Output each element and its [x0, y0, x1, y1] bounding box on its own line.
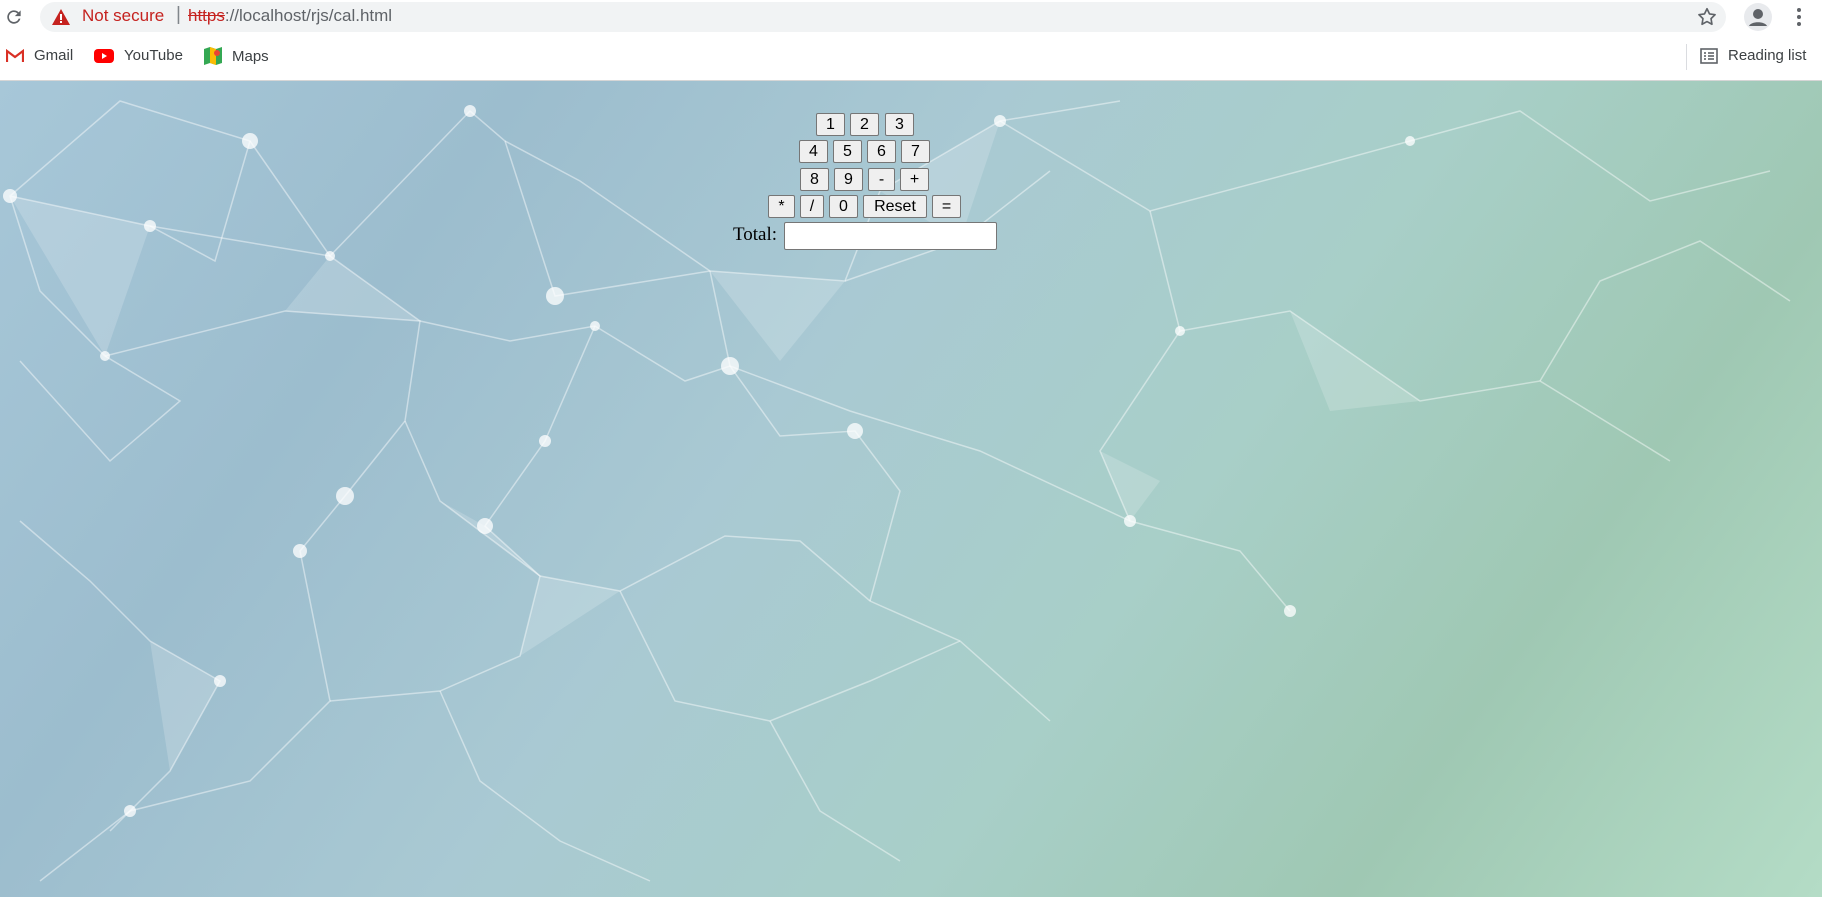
- equals-button[interactable]: =: [932, 195, 961, 218]
- reading-list-icon: [1700, 47, 1718, 64]
- total-label: Total:: [733, 224, 778, 245]
- digit-8-button[interactable]: 8: [800, 168, 829, 191]
- digit-6-button[interactable]: 6: [867, 140, 896, 163]
- gmail-icon: [6, 48, 24, 62]
- bookmark-label: Gmail: [34, 47, 74, 64]
- star-icon[interactable]: [1696, 6, 1718, 28]
- maps-icon: [204, 47, 222, 65]
- security-status[interactable]: Not secure: [82, 6, 164, 26]
- page-content: 1 2 3 4 5 6 7 8 9 - + * / 0 Reset = Tota…: [0, 81, 1822, 897]
- reload-icon[interactable]: [4, 7, 24, 27]
- digit-1-button[interactable]: 1: [816, 113, 845, 136]
- plus-button[interactable]: +: [900, 168, 929, 191]
- bookmark-gmail[interactable]: Gmail: [6, 47, 73, 64]
- youtube-icon: [94, 48, 114, 63]
- bookmarks-bar: Gmail YouTube Maps Reading list: [0, 34, 1822, 81]
- profile-icon[interactable]: [1744, 3, 1772, 31]
- digit-4-button[interactable]: 4: [799, 140, 828, 163]
- minus-button[interactable]: -: [868, 168, 895, 191]
- url-text[interactable]: https://localhost/rjs/cal.html: [188, 6, 392, 26]
- address-separator: |: [176, 4, 181, 25]
- total-field[interactable]: [784, 222, 997, 250]
- divide-button[interactable]: /: [800, 195, 824, 218]
- digit-3-button[interactable]: 3: [885, 113, 914, 136]
- warning-icon[interactable]: [52, 9, 70, 25]
- digit-7-button[interactable]: 7: [901, 140, 930, 163]
- reading-list-label: Reading list: [1728, 47, 1807, 64]
- digit-5-button[interactable]: 5: [833, 140, 862, 163]
- url-path: ://localhost/rjs/cal.html: [224, 6, 393, 25]
- bookmark-label: YouTube: [124, 47, 183, 64]
- bookmark-label: Maps: [232, 47, 269, 65]
- kebab-menu-icon[interactable]: [1792, 6, 1806, 28]
- bookmark-youtube[interactable]: YouTube: [94, 47, 183, 64]
- bookmark-maps[interactable]: Maps: [204, 47, 269, 65]
- reset-button[interactable]: Reset: [863, 195, 927, 218]
- reading-list-button[interactable]: Reading list: [1700, 47, 1806, 64]
- digit-0-button[interactable]: 0: [829, 195, 858, 218]
- browser-toolbar: Not secure | https://localhost/rjs/cal.h…: [0, 0, 1822, 34]
- bookmarks-divider: [1686, 44, 1687, 70]
- calculator: 1 2 3 4 5 6 7 8 9 - + * / 0 Reset = Tota…: [0, 81, 1822, 897]
- digit-2-button[interactable]: 2: [850, 113, 879, 136]
- url-scheme: https: [188, 6, 225, 25]
- multiply-button[interactable]: *: [768, 195, 795, 218]
- digit-9-button[interactable]: 9: [834, 168, 863, 191]
